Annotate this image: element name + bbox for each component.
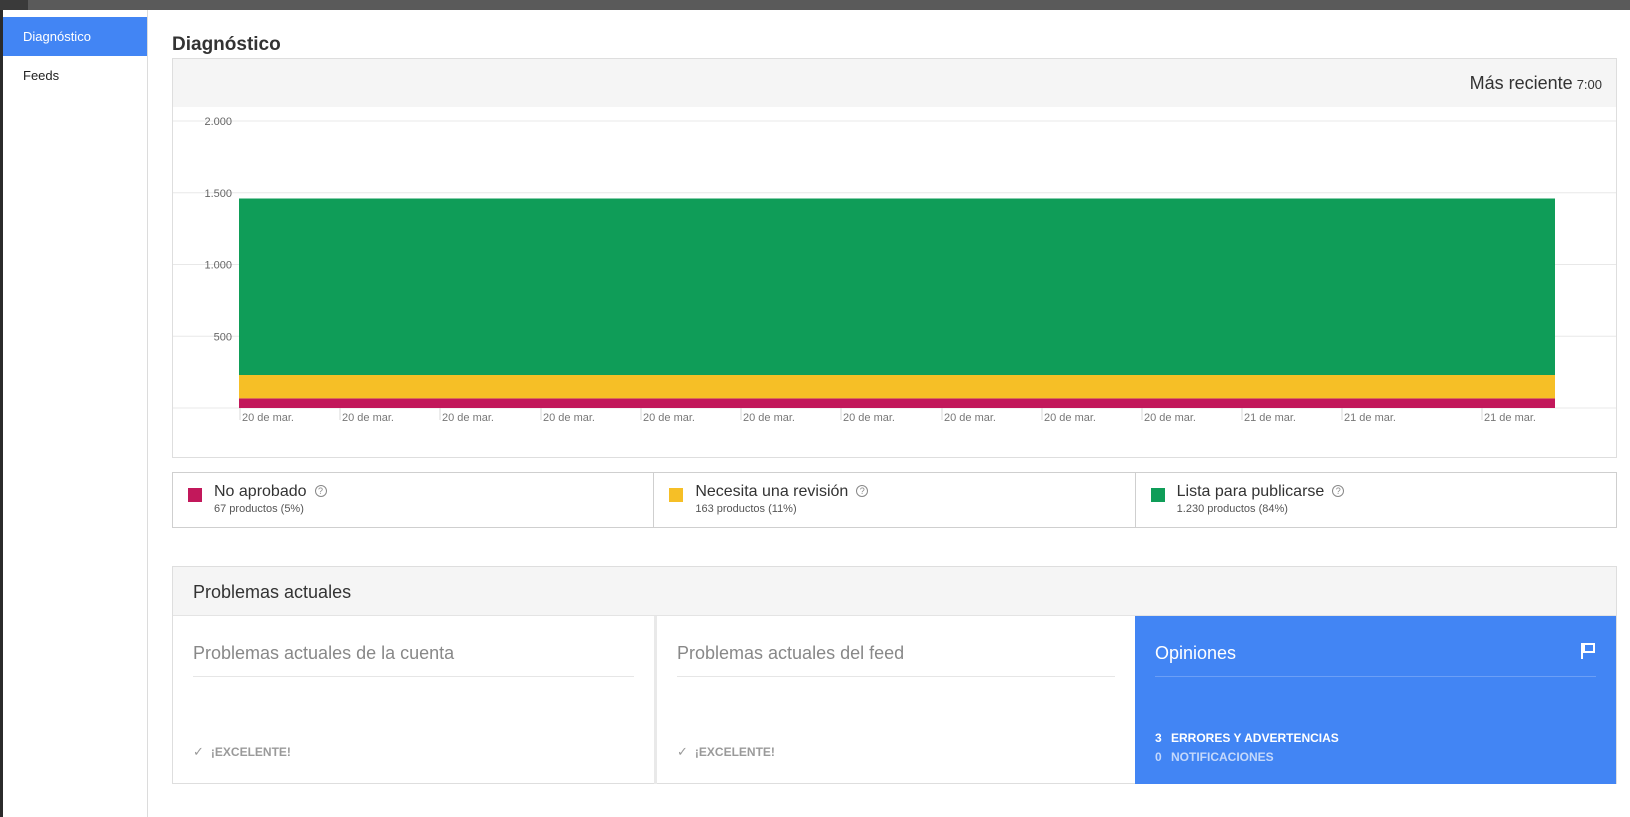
x-tick-label: 20 de mar. (843, 412, 895, 424)
notifications-link[interactable]: 0 NOTIFICACIONES (1155, 750, 1274, 764)
recent-label: Más reciente (1469, 73, 1573, 93)
account-issues-status: ✓ ¡EXCELENTE! (193, 744, 291, 760)
x-tick-label: 20 de mar. (543, 412, 595, 424)
notifications-label: NOTIFICACIONES (1171, 750, 1274, 764)
legend-count-not-approved: 67 productos (5%) (214, 503, 304, 515)
errors-warnings-link[interactable]: 3 ERRORES Y ADVERTENCIAS (1155, 731, 1339, 745)
flag-icon[interactable] (1580, 642, 1596, 660)
account-issues-title: Problemas actuales de la cuenta (193, 643, 455, 663)
y-tick-label: 500 (214, 331, 232, 343)
current-issues-card: Problemas actuales Problemas actuales de… (172, 566, 1617, 784)
errors-label: ERRORES Y ADVERTENCIAS (1171, 731, 1339, 745)
feed-issues-panel[interactable]: Problemas actuales del feed ✓ ¡EXCELENTE! (654, 616, 1135, 784)
x-tick-label: 21 de mar. (1344, 412, 1396, 424)
legend-swatch-not-approved (188, 488, 202, 502)
legend-label-ready: Lista para publicarse (1176, 483, 1325, 500)
x-tick-label: 20 de mar. (342, 412, 394, 424)
errors-count: 3 (1155, 731, 1162, 745)
feed-issues-title: Problemas actuales del feed (677, 643, 905, 663)
area-needs-review (239, 374, 1555, 399)
area-ready (239, 198, 1555, 375)
page-title: Diagnóstico (172, 34, 281, 55)
status-area-chart: 500 1.000 1.500 2.000 20 de mar. 20 de mar. 20… (173, 116, 1616, 424)
recent-time: 7:00 (1576, 77, 1602, 92)
current-issues-title: Problemas actuales (193, 582, 352, 602)
x-tick-label: 20 de mar. (743, 412, 795, 424)
divider (677, 676, 1115, 677)
legend-swatch-needs-review (669, 488, 684, 502)
help-icon[interactable]: ? (314, 485, 327, 497)
help-icon[interactable]: ? (856, 485, 869, 497)
x-tick-label: 20 de mar. (442, 412, 494, 424)
sidebar: Diagnóstico Feeds (3, 10, 148, 817)
opinions-title: Opiniones (1155, 643, 1237, 663)
x-tick-label: 20 de mar. (1044, 412, 1096, 424)
top-bar-left (0, 0, 28, 10)
account-issues-panel[interactable]: Problemas actuales de la cuenta ✓ ¡EXCELE… (173, 616, 654, 784)
recent-selector[interactable]: Más reciente 7:00 (1470, 73, 1602, 94)
top-bar (0, 0, 1630, 10)
check-icon: ✓ (677, 744, 688, 759)
divider (1155, 676, 1596, 677)
help-icon[interactable]: ? (1332, 485, 1345, 497)
sidebar-item-diagnostico[interactable]: Diagnóstico (3, 17, 147, 56)
x-tick-label: 20 de mar. (944, 412, 996, 424)
chart-legend: No aprobado? 67 productos (5%) Necesita … (172, 472, 1617, 528)
area-not-approved (239, 398, 1555, 408)
x-tick-label: 20 de mar. (643, 412, 695, 424)
feed-status-label: ¡EXCELENTE! (694, 745, 775, 759)
y-tick-label: 2.000 (204, 116, 232, 128)
legend-item-needs-review[interactable]: Necesita una revisión? 163 productos (11… (654, 473, 1136, 527)
x-tick-label: 21 de mar. (1484, 412, 1536, 424)
current-issues-header: Problemas actuales (173, 567, 1616, 616)
notifications-count: 0 (1155, 750, 1162, 764)
divider (193, 676, 634, 677)
legend-label-not-approved: No aprobado (214, 483, 307, 500)
x-tick-label: 20 de mar. (242, 412, 294, 424)
x-tick-label: 21 de mar. (1244, 412, 1296, 424)
y-tick-label: 1.500 (204, 188, 232, 200)
legend-item-not-approved[interactable]: No aprobado? 67 productos (5%) (173, 473, 655, 527)
legend-swatch-ready (1150, 488, 1165, 502)
account-status-label: ¡EXCELENTE! (210, 745, 291, 759)
feed-issues-status: ✓ ¡EXCELENTE! (677, 744, 775, 760)
legend-label-needs-review: Necesita una revisión (695, 483, 849, 500)
legend-item-ready[interactable]: Lista para publicarse? 1.230 productos (… (1136, 473, 1616, 527)
y-tick-label: 1.000 (204, 260, 232, 272)
legend-count-ready: 1.230 productos (84%) (1176, 503, 1288, 515)
check-icon: ✓ (193, 744, 204, 759)
x-tick-label: 20 de mar. (1144, 412, 1196, 424)
chart-header: Más reciente 7:00 (173, 59, 1616, 107)
sidebar-item-feeds[interactable]: Feeds (3, 56, 147, 95)
opinions-panel[interactable]: Opiniones 3 ERRORES Y ADVERTENCIAS 0 NOTIF… (1135, 616, 1616, 784)
legend-count-needs-review: 163 productos (11%) (695, 503, 797, 515)
chart-card: Más reciente 7:00 500 1.000 1.500 2.000 20 de… (172, 58, 1617, 458)
